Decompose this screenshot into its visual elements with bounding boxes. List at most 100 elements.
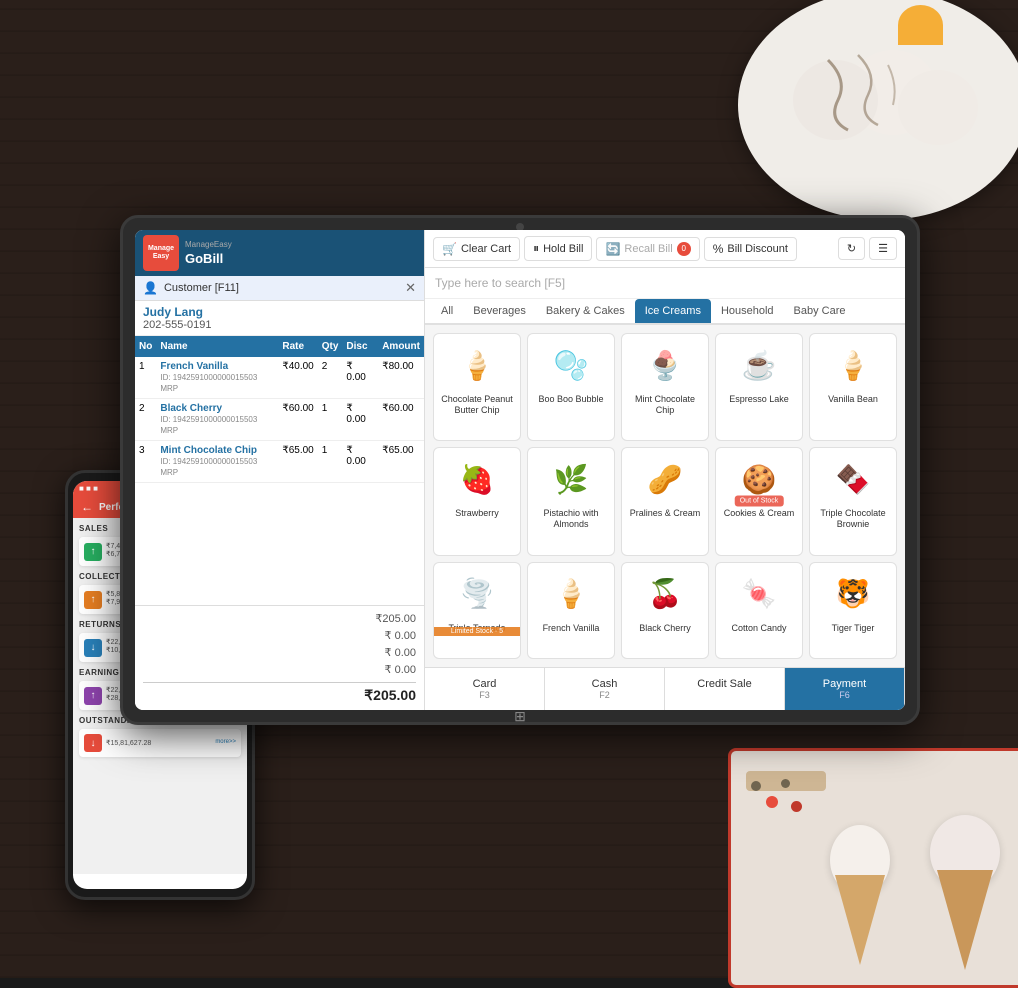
out-of-stock-badge: Out of Stock <box>735 496 784 507</box>
search-bar <box>425 268 905 299</box>
product-name: Cotton Candy <box>731 623 786 634</box>
product-image: 🍒 <box>638 569 693 619</box>
clear-cart-button[interactable]: 🛒 Clear Cart <box>433 237 520 261</box>
refresh-button[interactable]: ↻ <box>838 237 865 260</box>
collections-icon: ↑ <box>84 591 102 609</box>
cash-payment-button[interactable]: Cash F2 <box>545 668 665 710</box>
category-tabs: AllBeveragesBakery & CakesIce CreamsHous… <box>425 299 905 325</box>
product-name: Cookies & Cream <box>724 508 795 519</box>
product-card[interactable]: 🍦 Vanilla Bean <box>809 333 897 441</box>
top-toolbar: 🛒 Clear Cart ⏸ Hold Bill 🔄 Recall Bill 0… <box>425 230 905 268</box>
product-name: Espresso Lake <box>729 394 789 405</box>
recall-bill-button[interactable]: 🔄 Recall Bill 0 <box>596 237 699 261</box>
product-card[interactable]: 🫧 Boo Boo Bubble <box>527 333 615 441</box>
product-image: 🍨 <box>638 340 693 390</box>
bill-discount-button[interactable]: % Bill Discount <box>704 237 797 261</box>
product-card[interactable]: 🍦 French Vanilla <box>527 562 615 659</box>
product-card[interactable]: ☕ Espresso Lake <box>715 333 803 441</box>
product-name: Vanilla Bean <box>828 394 878 405</box>
category-tab-ice-creams[interactable]: Ice Creams <box>635 299 711 325</box>
toolbar-right: ↻ ☰ <box>838 237 897 260</box>
product-card[interactable]: 🍓 Strawberry <box>433 447 521 555</box>
category-tab-baby-care[interactable]: Baby Care <box>784 299 856 325</box>
product-card[interactable]: 🍬 Cotton Candy <box>715 562 803 659</box>
discount-icon: % <box>713 242 724 256</box>
credit-sale-button[interactable]: Credit Sale <box>665 668 785 710</box>
product-image: 🍬 <box>732 569 787 619</box>
col-amount: Amount <box>378 336 424 357</box>
tax-val: ₹ 0.00 <box>385 646 416 659</box>
logo-box: Manage Easy <box>143 235 179 271</box>
product-card[interactable]: 🍪 Cookies & Cream Out of Stock <box>715 447 803 555</box>
search-input[interactable] <box>435 276 895 290</box>
hold-bill-button[interactable]: ⏸ Hold Bill <box>524 236 592 261</box>
logo-area: Manage Easy ManageEasy GoBill <box>143 235 232 271</box>
product-card[interactable]: 🥜 Pralines & Cream <box>621 447 709 555</box>
tablet-frame: Manage Easy ManageEasy GoBill 👤 Customer… <box>120 215 920 725</box>
recall-icon: 🔄 <box>605 242 620 256</box>
subtotal-val: ₹205.00 <box>375 612 416 625</box>
product-image: 🍦 <box>544 569 599 619</box>
product-image: 🍦 <box>826 340 881 390</box>
category-tab-all[interactable]: All <box>431 299 463 325</box>
payment-button[interactable]: Payment F6 <box>785 668 905 710</box>
product-name: Chocolate Peanut Butter Chip <box>440 394 514 416</box>
category-tab-household[interactable]: Household <box>711 299 784 325</box>
outstanding-val: ₹15,81,627.28 <box>106 739 151 747</box>
recall-count-badge: 0 <box>677 242 691 256</box>
product-name: Tiger Tiger <box>832 623 875 634</box>
cart-icon: 🛒 <box>442 242 457 256</box>
cart-totals: ₹205.00 ₹ 0.00 ₹ 0.00 ₹ 0.00 <box>135 605 424 710</box>
pos-app: Manage Easy ManageEasy GoBill 👤 Customer… <box>135 230 905 710</box>
category-tab-bakery-&-cakes[interactable]: Bakery & Cakes <box>536 299 635 325</box>
back-icon[interactable]: ← <box>81 500 93 514</box>
cart-row[interactable]: 3 Mint Chocolate Chip ID: 19425910000000… <box>135 441 424 483</box>
product-card[interactable]: 🐯 Tiger Tiger <box>809 562 897 659</box>
customer-phone: 202-555-0191 <box>143 319 416 331</box>
menu-button[interactable]: ☰ <box>869 237 897 260</box>
customer-bar[interactable]: 👤 Customer [F11] ✕ <box>135 276 424 301</box>
col-disc: Disc <box>342 336 378 357</box>
product-card[interactable]: 🍨 Mint Chocolate Chip <box>621 333 709 441</box>
cart-row[interactable]: 2 Black Cherry ID: 1942591000000015503 M… <box>135 399 424 441</box>
product-image: 🥜 <box>638 454 693 504</box>
product-card[interactable]: 🍫 Triple Chocolate Brownie <box>809 447 897 555</box>
product-card[interactable]: 🌪️ Triple Tornado Limited Stock · 5 <box>433 562 521 659</box>
product-name: Mint Chocolate Chip <box>628 394 702 416</box>
product-image: ☕ <box>732 340 787 390</box>
earning-icon: ↑ <box>84 687 102 705</box>
product-name: Pistachio with Almonds <box>534 508 608 530</box>
outstanding-card[interactable]: ↓ ₹15,81,627.28 more>> <box>79 729 241 757</box>
tax-row: ₹ 0.00 <box>143 644 416 661</box>
category-tab-beverages[interactable]: Beverages <box>463 299 536 325</box>
product-grid: 🍦 Chocolate Peanut Butter Chip 🫧 Boo Boo… <box>425 325 905 667</box>
product-name: Black Cherry <box>639 623 691 634</box>
card-payment-button[interactable]: Card F3 <box>425 668 545 710</box>
customer-name: Judy Lang <box>143 305 416 319</box>
tablet-home-button[interactable]: ⊞ <box>500 710 540 722</box>
product-image: 🐯 <box>826 569 881 619</box>
right-panel: 🛒 Clear Cart ⏸ Hold Bill 🔄 Recall Bill 0… <box>425 230 905 710</box>
discount-val: ₹ 0.00 <box>385 629 416 642</box>
logo-text: ManageEasy GoBill <box>185 238 232 269</box>
product-name: Strawberry <box>455 508 499 519</box>
product-card[interactable]: 🍒 Black Cherry <box>621 562 709 659</box>
payment-bar: Card F3 Cash F2 Credit Sale Payment F6 <box>425 667 905 710</box>
product-name: Pralines & Cream <box>630 508 701 519</box>
product-card[interactable]: 🌿 Pistachio with Almonds <box>527 447 615 555</box>
cart-row[interactable]: 1 French Vanilla ID: 1942591000000015503… <box>135 357 424 399</box>
decorative-tray-bottom <box>728 748 1018 988</box>
col-no: No <box>135 336 156 357</box>
product-card[interactable]: 🍦 Chocolate Peanut Butter Chip <box>433 333 521 441</box>
outstanding-more[interactable]: more>> <box>215 739 236 747</box>
pause-icon: ⏸ <box>533 241 539 256</box>
close-customer-button[interactable]: ✕ <box>405 280 416 296</box>
sales-icon: ↑ <box>84 543 102 561</box>
user-icon: 👤 <box>143 281 158 295</box>
product-image: 🍦 <box>450 340 505 390</box>
subtotal-row: ₹205.00 <box>143 610 416 627</box>
product-image: 🌿 <box>544 454 599 504</box>
round-row: ₹ 0.00 <box>143 661 416 678</box>
col-rate: Rate <box>278 336 317 357</box>
limited-stock-badge: Limited Stock · 5 <box>434 627 520 636</box>
